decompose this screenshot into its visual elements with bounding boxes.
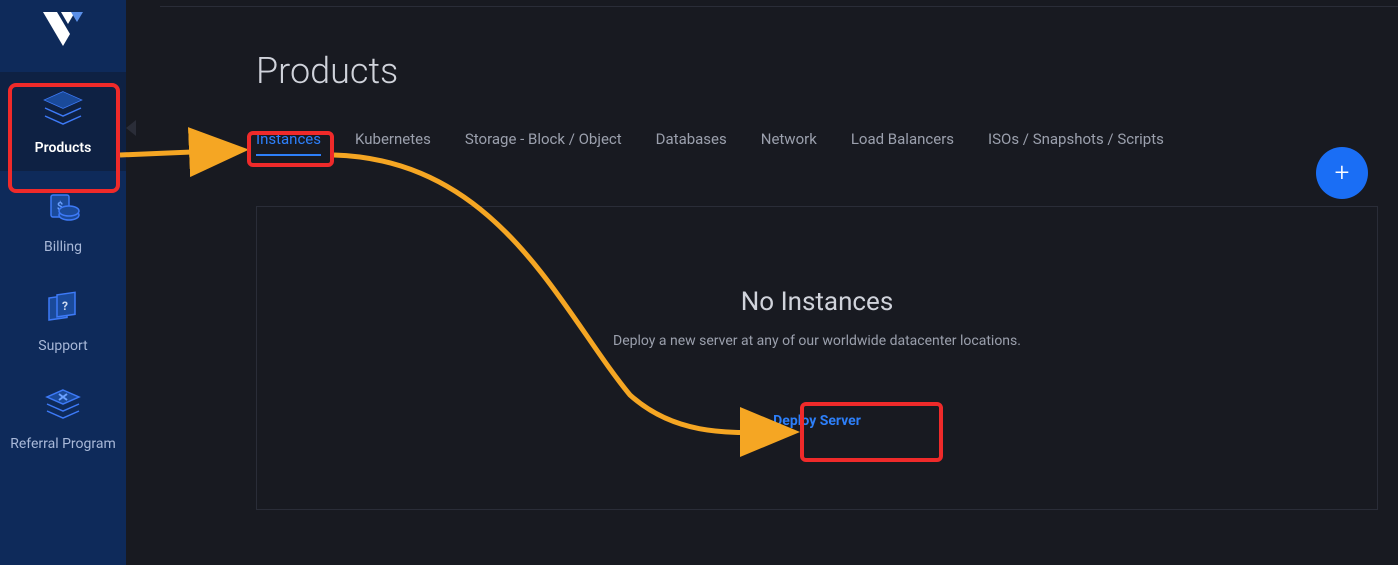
billing-icon: $ xyxy=(39,185,87,233)
svg-text:?: ? xyxy=(62,299,68,313)
sidebar-item-referral[interactable]: Referral Program xyxy=(0,368,126,467)
sidebar-item-label: Referral Program xyxy=(6,436,120,453)
tabs-bar: Instances Kubernetes Storage - Block / O… xyxy=(256,130,1362,156)
page-title: Products xyxy=(256,50,1362,92)
main-content: Products Instances Kubernetes Storage - … xyxy=(126,0,1398,565)
sidebar-item-billing[interactable]: $ Billing xyxy=(0,171,126,270)
logo-icon xyxy=(43,12,83,48)
tab-network[interactable]: Network xyxy=(761,130,817,156)
empty-state-title: No Instances xyxy=(741,287,894,317)
logo[interactable] xyxy=(43,12,83,52)
tab-databases[interactable]: Databases xyxy=(656,130,727,156)
tab-storage[interactable]: Storage - Block / Object xyxy=(465,130,622,156)
empty-state-box: No Instances Deploy a new server at any … xyxy=(256,206,1378,510)
sidebar-item-label: Billing xyxy=(40,239,86,256)
sidebar-item-products[interactable]: Products xyxy=(0,72,126,171)
deploy-server-button[interactable]: Deploy Server xyxy=(773,413,861,429)
referral-icon xyxy=(39,382,87,430)
tab-instances[interactable]: Instances xyxy=(256,130,321,156)
plus-icon: + xyxy=(1335,158,1350,188)
sidebar: Products $ Billing ? Support xyxy=(0,0,126,565)
sidebar-item-label: Support xyxy=(34,338,91,355)
sidebar-item-label: Products xyxy=(31,140,96,157)
empty-state-subtitle: Deploy a new server at any of our worldw… xyxy=(613,333,1021,349)
tab-isos[interactable]: ISOs / Snapshots / Scripts xyxy=(988,130,1164,156)
tab-load-balancers[interactable]: Load Balancers xyxy=(851,130,954,156)
sidebar-item-support[interactable]: ? Support xyxy=(0,270,126,369)
tab-kubernetes[interactable]: Kubernetes xyxy=(355,130,431,156)
add-button[interactable]: + xyxy=(1316,147,1368,199)
support-icon: ? xyxy=(39,284,87,332)
products-icon xyxy=(39,86,87,134)
